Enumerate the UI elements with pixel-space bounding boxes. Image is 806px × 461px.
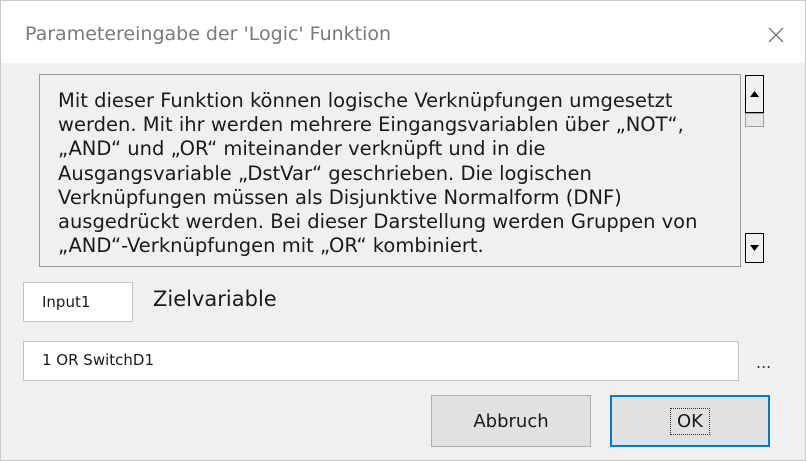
target-variable-value: Input1 bbox=[42, 293, 91, 311]
expression-value: 1 OR SwitchD1 bbox=[42, 351, 154, 369]
description-textbox[interactable]: Mit dieser Funktion können logische Verk… bbox=[39, 74, 741, 267]
description-line: werden. Mit ihr werden mehrere Eingangsv… bbox=[58, 113, 684, 137]
description-text: Mit dieser Funktion können logische Verk… bbox=[58, 89, 726, 258]
ok-button[interactable]: OK bbox=[610, 395, 770, 447]
ok-button-label: OK bbox=[670, 407, 710, 435]
close-icon bbox=[768, 27, 784, 43]
description-line: „AND“ und „OR“ miteinander verknüpft und… bbox=[58, 137, 546, 161]
logic-parameter-dialog: Parametereingabe der 'Logic' Funktion Mi… bbox=[0, 0, 806, 461]
browse-button[interactable]: ... bbox=[756, 353, 771, 372]
scrollbar-thumb[interactable] bbox=[745, 113, 764, 127]
description-line: Verknüpfungen müssen als Disjunktive Nor… bbox=[58, 185, 622, 209]
target-variable-input[interactable]: Input1 bbox=[23, 282, 133, 322]
target-variable-label: Zielvariable bbox=[153, 287, 277, 311]
arrow-down-icon bbox=[750, 245, 759, 251]
cancel-button[interactable]: Abbruch bbox=[431, 395, 591, 447]
arrow-up-icon bbox=[750, 91, 759, 97]
description-line: Mit dieser Funktion können logische Verk… bbox=[58, 89, 673, 112]
description-line: ausgedrückt werden. Bei dieser Darstellu… bbox=[58, 210, 698, 234]
scroll-up-button[interactable] bbox=[745, 75, 764, 113]
description-line: Ausgangsvariable „DstVar“ geschrieben. D… bbox=[58, 161, 592, 185]
expression-input[interactable]: 1 OR SwitchD1 bbox=[23, 341, 739, 381]
description-line: „AND“-Verknüpfungen mit „OR“ kombiniert. bbox=[58, 234, 484, 258]
scroll-down-button[interactable] bbox=[745, 233, 764, 263]
title-bar: Parametereingabe der 'Logic' Funktion bbox=[1, 1, 805, 63]
dialog-title: Parametereingabe der 'Logic' Funktion bbox=[25, 23, 392, 45]
close-button[interactable] bbox=[753, 15, 799, 55]
